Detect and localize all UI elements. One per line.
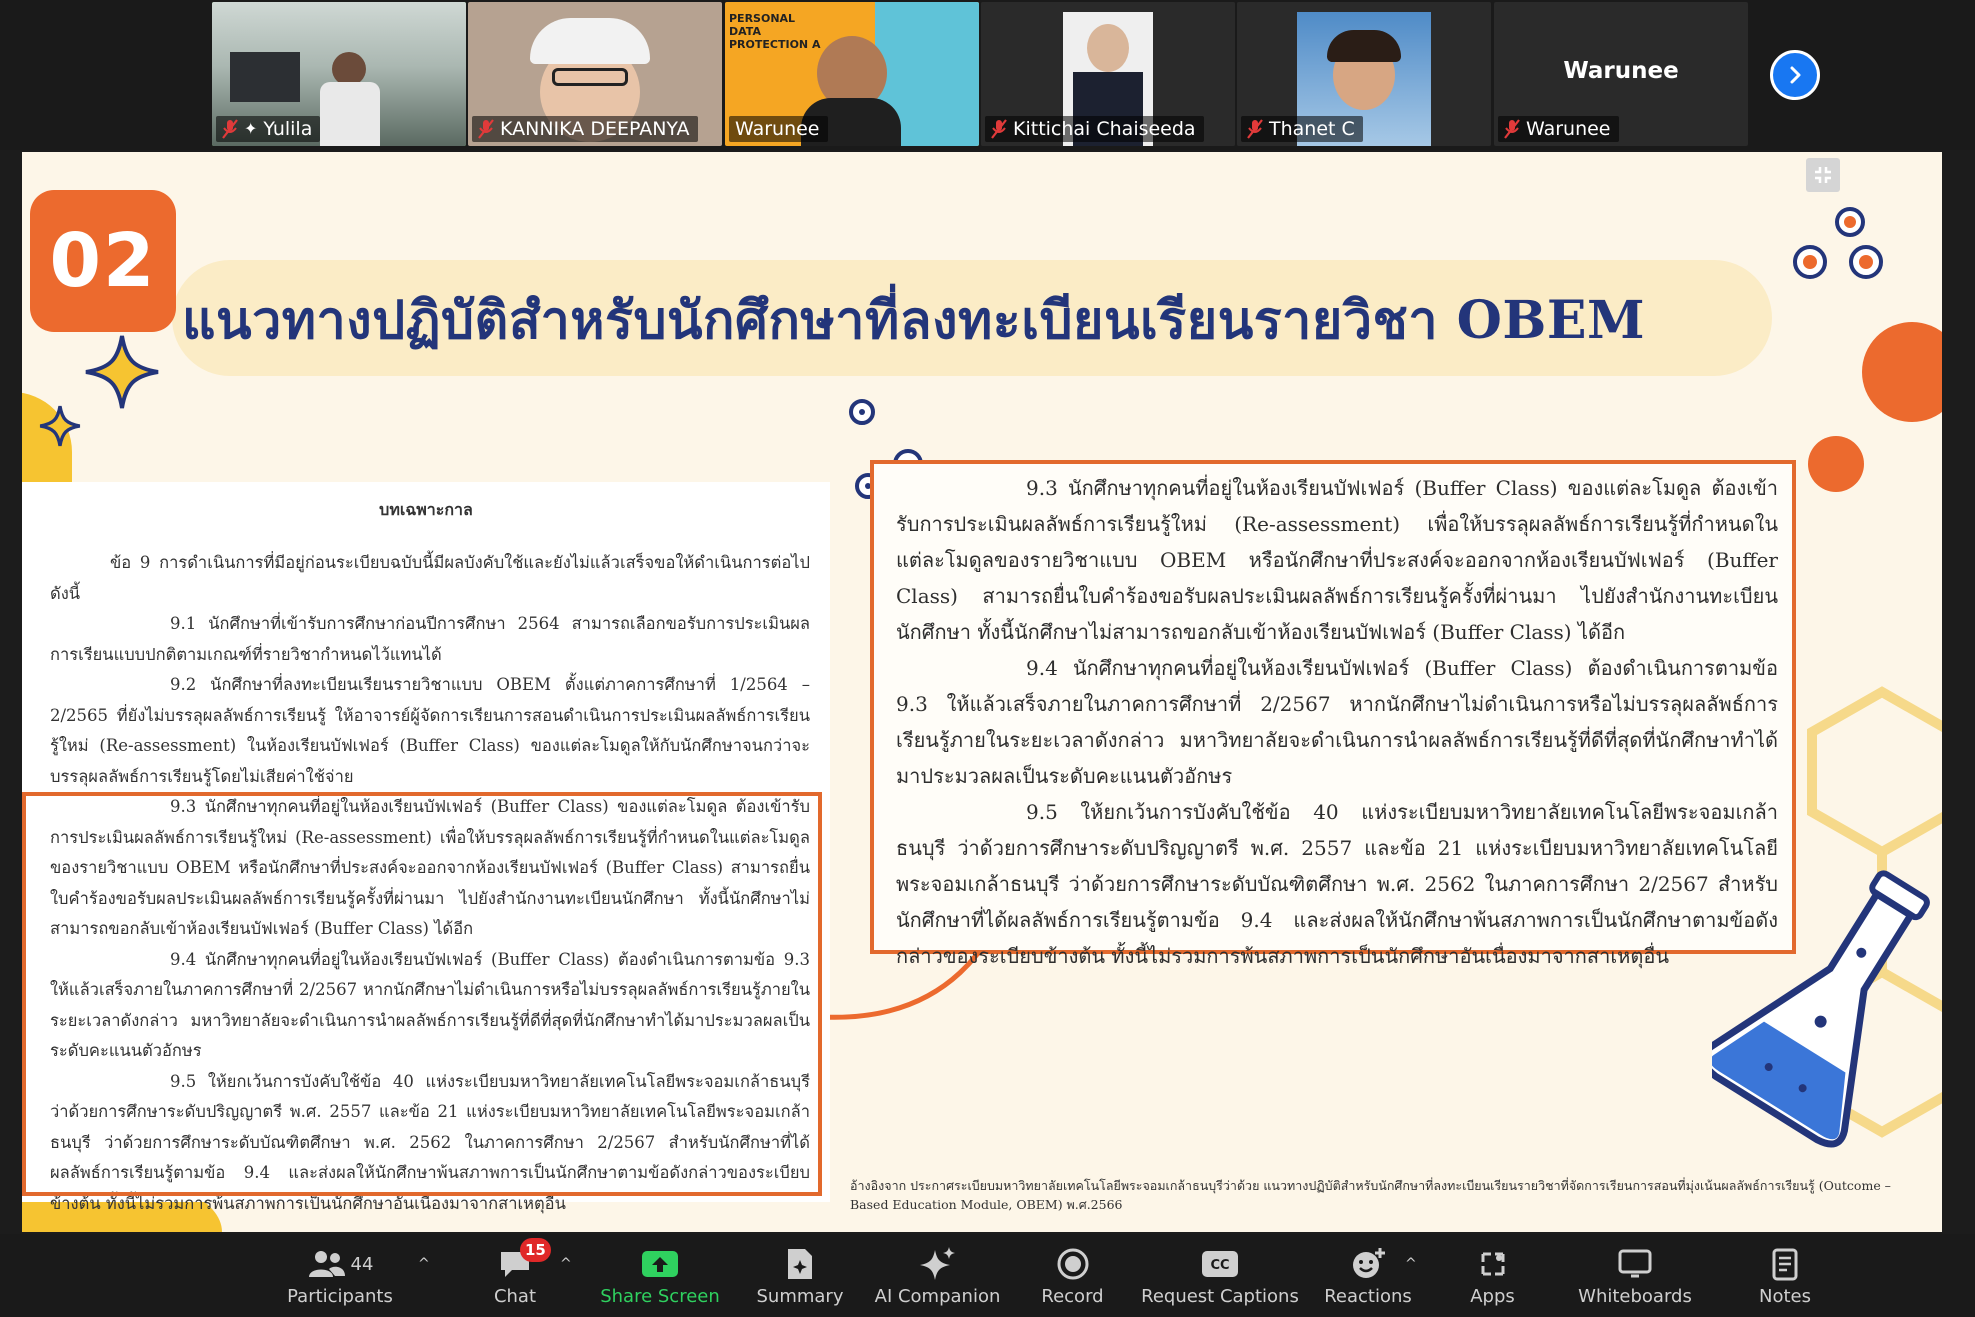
video-overlay-text: PERSONAL DATA PROTECTION A bbox=[729, 12, 821, 51]
section-badge: 02 bbox=[30, 190, 176, 332]
svg-text:CC: CC bbox=[1210, 1258, 1229, 1273]
zoomed-excerpt: 9.3 นักศึกษาทุกคนที่อยู่ในห้องเรียนบัฟเฟ… bbox=[870, 460, 1796, 968]
participant-name-tag: Warunee bbox=[729, 116, 828, 142]
document-paragraph: 9.2 นักศึกษาที่ลงทะเบียนเรียนรายวิชาแบบ … bbox=[50, 675, 810, 786]
participants-caret-icon[interactable]: ^ bbox=[418, 1256, 430, 1272]
participants-icon bbox=[308, 1251, 345, 1277]
participant-name-tag: KANNIKA DEEPANYA bbox=[472, 116, 698, 142]
muted-mic-icon bbox=[1504, 119, 1520, 139]
chevron-right-icon bbox=[1790, 66, 1801, 84]
apps-icon bbox=[1481, 1252, 1504, 1276]
participants-label: Participants bbox=[287, 1286, 393, 1307]
reference-footnote: อ้างอิงจาก ประกาศระเบียบมหาวิทยาลัยเทคโน… bbox=[850, 1178, 1891, 1212]
participant-name: Warunee bbox=[735, 118, 820, 140]
participant-tile[interactable]: PERSONAL DATA PROTECTION A Warunee bbox=[725, 2, 979, 146]
document-body: ข้อ 9 การดำเนินการที่มีอยู่ก่อนระเบียบฉบ… bbox=[50, 548, 810, 1219]
reactions-label: Reactions bbox=[1324, 1286, 1412, 1307]
excerpt-paragraph: 9.3 นักศึกษาทุกคนที่อยู่ในห้องเรียนบัฟเฟ… bbox=[896, 476, 1778, 644]
participant-name: Kittichai Chaiseeda bbox=[1013, 118, 1196, 140]
excerpt-paragraph: 9.5 ให้ยกเว้นการบังคับใช้ข้อ 40 แห่งระเบ… bbox=[896, 800, 1778, 968]
chat-unread-badge: 15 bbox=[520, 1238, 551, 1262]
apps-button[interactable]: Apps bbox=[1445, 1234, 1540, 1317]
reactions-button[interactable]: Reactions bbox=[1318, 1234, 1418, 1317]
participant-strip: ✦ Yulila KANNIKA DEEPANYA PERSONAL DATA PRO… bbox=[0, 0, 1975, 150]
document-paragraph: 9.4 นักศึกษาทุกคนที่อยู่ในห้องเรียนบัฟเฟ… bbox=[50, 949, 810, 1061]
participant-name-tag: ✦ Yulila bbox=[216, 116, 321, 142]
request-captions-button[interactable]: CC Request Captions bbox=[1140, 1234, 1300, 1317]
pin-icon: ✦ bbox=[244, 119, 258, 138]
captions-icon: CC bbox=[1202, 1251, 1238, 1277]
participant-name-tag: Kittichai Chaiseeda bbox=[985, 116, 1204, 142]
muted-mic-icon bbox=[991, 119, 1007, 139]
summary-button[interactable]: Summary bbox=[745, 1234, 855, 1317]
collapse-icon bbox=[1815, 167, 1831, 183]
notes-button[interactable]: Notes bbox=[1740, 1234, 1830, 1317]
document-paragraph: ข้อ 9 การดำเนินการที่มีอยู่ก่อนระเบียบฉบ… bbox=[50, 553, 810, 603]
participant-display-name: Warunee bbox=[1563, 58, 1679, 84]
exit-fullscreen-button[interactable] bbox=[1806, 158, 1840, 192]
record-button[interactable]: Record bbox=[1025, 1234, 1120, 1317]
participant-name: Yulila bbox=[263, 118, 313, 140]
reactions-caret-icon[interactable]: ^ bbox=[1405, 1256, 1417, 1272]
participants-button[interactable]: 44 Participants bbox=[280, 1234, 400, 1317]
participant-name: Warunee bbox=[1526, 118, 1611, 140]
participant-name: Thanet C bbox=[1269, 118, 1355, 140]
ai-companion-button[interactable]: AI Companion bbox=[870, 1234, 1005, 1317]
sparkle-small-icon bbox=[39, 405, 81, 447]
record-label: Record bbox=[1041, 1286, 1104, 1307]
orange-circle-small bbox=[1808, 436, 1864, 492]
participant-name-tag: Warunee bbox=[1498, 116, 1619, 142]
summary-label: Summary bbox=[756, 1286, 844, 1307]
reactions-icon bbox=[1353, 1248, 1385, 1278]
summary-icon bbox=[788, 1249, 812, 1279]
slide-title: แนวทางปฏิบัติสำหรับนักศึกษาที่ลงทะเบียนเ… bbox=[182, 290, 1646, 351]
record-icon bbox=[1057, 1248, 1088, 1280]
request-captions-label: Request Captions bbox=[1141, 1286, 1299, 1307]
participant-tile[interactable]: Kittichai Chaiseeda bbox=[981, 2, 1235, 146]
excerpt-body: 9.3 นักศึกษาทุกคนที่อยู่ในห้องเรียนบัฟเฟ… bbox=[896, 470, 1778, 974]
whiteboard-icon bbox=[1618, 1249, 1652, 1278]
chat-caret-icon[interactable]: ^ bbox=[560, 1256, 572, 1272]
orange-circle-large bbox=[1862, 322, 1942, 422]
document-heading: บทเฉพาะกาล bbox=[379, 500, 473, 519]
participant-name-tag: Thanet C bbox=[1241, 116, 1363, 142]
excerpt-paragraph: 9.4 นักศึกษาทุกคนที่อยู่ในห้องเรียนบัฟเฟ… bbox=[896, 656, 1778, 788]
apps-label: Apps bbox=[1470, 1286, 1515, 1307]
share-screen-icon bbox=[642, 1251, 678, 1277]
next-participants-button[interactable] bbox=[1770, 50, 1820, 100]
ai-sparkle-icon bbox=[919, 1247, 955, 1280]
muted-mic-icon bbox=[478, 119, 494, 139]
notes-icon bbox=[1772, 1248, 1798, 1281]
document-paragraph: 9.3 นักศึกษาทุกคนที่อยู่ในห้องเรียนบัฟเฟ… bbox=[50, 797, 810, 938]
share-screen-button[interactable]: Share Screen bbox=[595, 1234, 725, 1317]
participant-tile[interactable]: ✦ Yulila bbox=[212, 2, 466, 146]
document-paragraph: 9.1 นักศึกษาที่เข้ารับการศึกษาก่อนปีการศ… bbox=[50, 614, 810, 664]
muted-mic-icon bbox=[1247, 119, 1263, 139]
participant-tile[interactable]: Warunee Warunee bbox=[1494, 2, 1748, 146]
orange-bubbles-decoration bbox=[1793, 207, 1883, 279]
meeting-toolbar: 44 Participants ^ 15 Chat ^ Share Screen bbox=[0, 1234, 1975, 1317]
document-paragraph: 9.5 ให้ยกเว้นการบังคับใช้ข้อ 40 แห่งระเบ… bbox=[50, 1071, 810, 1213]
participant-tile[interactable]: KANNIKA DEEPANYA bbox=[468, 2, 722, 146]
notes-label: Notes bbox=[1759, 1286, 1811, 1307]
muted-mic-icon bbox=[222, 119, 238, 139]
chat-label: Chat bbox=[493, 1286, 537, 1307]
participant-count: 44 bbox=[350, 1253, 374, 1275]
sparkle-icon bbox=[85, 335, 159, 409]
participant-tile[interactable]: Thanet C bbox=[1237, 2, 1491, 146]
participant-name: KANNIKA DEEPANYA bbox=[500, 118, 690, 140]
ai-companion-label: AI Companion bbox=[874, 1286, 1001, 1307]
whiteboards-label: Whiteboards bbox=[1578, 1286, 1692, 1307]
regulation-document: บทเฉพาะกาล ข้อ 9 การดำเนินการที่มีอยู่ก่… bbox=[22, 482, 830, 1213]
whiteboards-button[interactable]: Whiteboards bbox=[1565, 1234, 1705, 1317]
shared-screen: 02 แนวทางปฏิบัติสำหรับนักศึกษาที่ลงทะเบี… bbox=[22, 152, 1942, 1232]
share-screen-label: Share Screen bbox=[600, 1286, 720, 1307]
chat-button[interactable]: 15 Chat bbox=[470, 1234, 560, 1317]
